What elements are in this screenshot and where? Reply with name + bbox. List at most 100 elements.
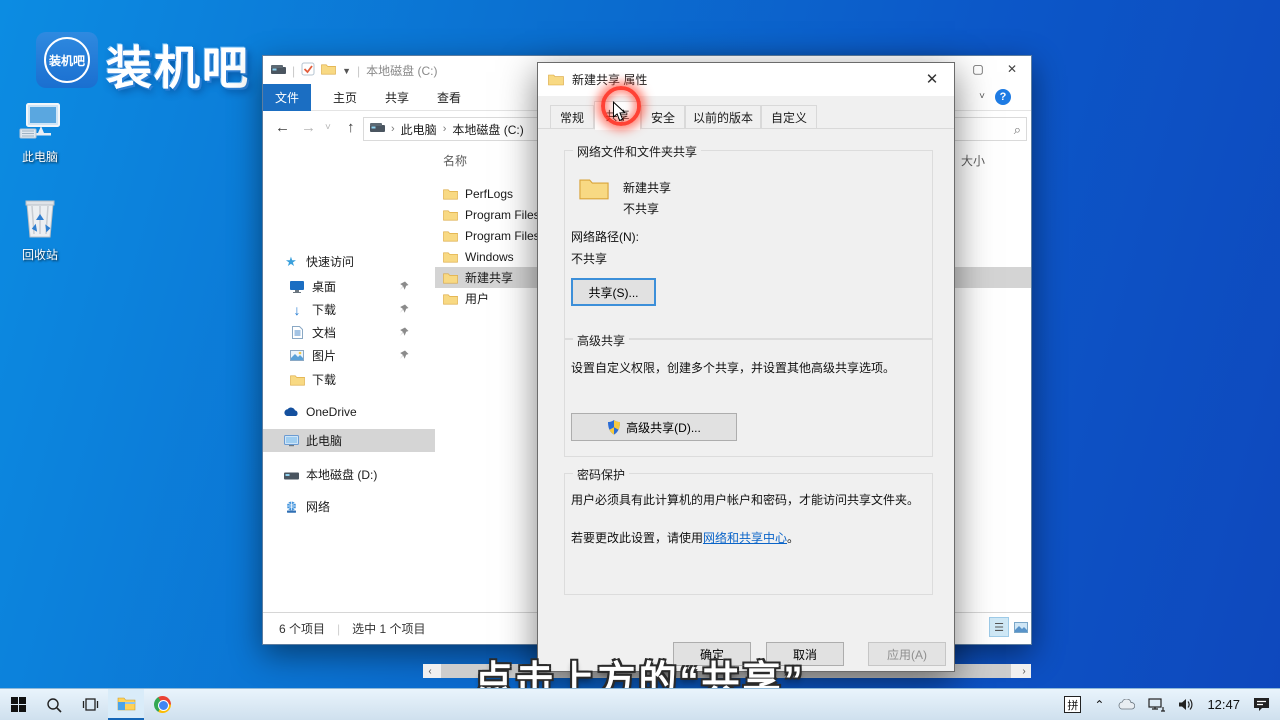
share-button[interactable]: 共享(S)... <box>571 278 656 306</box>
tab-general[interactable]: 常规 <box>550 105 594 129</box>
search-input[interactable]: ⌕ <box>951 117 1027 141</box>
network-path-value: 不共享 <box>571 252 608 266</box>
sidebar-item-documents[interactable]: 文档 <box>263 321 435 344</box>
volume-icon[interactable] <box>1178 698 1194 711</box>
pin-icon <box>399 349 409 363</box>
new-folder-icon[interactable] <box>321 63 336 78</box>
breadcrumb-current[interactable]: 本地磁盘 (C:) <box>452 121 523 138</box>
separator: | <box>337 621 341 636</box>
password-protection-line1: 用户必须具有此计算机的用户帐户和密码，才能访问共享文件夹。 <box>571 493 920 507</box>
uac-shield-icon <box>608 419 621 435</box>
folder-icon <box>443 189 458 199</box>
folder-icon <box>548 74 564 86</box>
dialog-tabs: 常规 共享 安全 以前的版本 自定义 <box>538 96 954 130</box>
tab-customize[interactable]: 自定义 <box>761 105 817 129</box>
group-title: 高级共享 <box>573 332 630 349</box>
column-header-name[interactable]: 名称 <box>443 152 467 169</box>
group-title: 网络文件和文件夹共享 <box>573 143 702 160</box>
advanced-sharing-description: 设置自定义权限，创建多个共享，并设置其他高级共享选项。 <box>571 361 896 375</box>
shared-folder-state: 不共享 <box>623 202 660 216</box>
taskbar-search-button[interactable] <box>36 689 72 720</box>
folder-icon <box>443 273 458 283</box>
separator: | <box>357 63 361 78</box>
taskbar-chrome-button[interactable] <box>144 689 180 720</box>
status-selected-count: 选中 1 个项目 <box>352 622 426 636</box>
up-icon[interactable]: ↑ <box>347 119 355 136</box>
separator: | <box>292 63 296 78</box>
folder-icon <box>443 252 458 262</box>
column-header-size[interactable]: 大小 <box>961 152 985 169</box>
network-icon <box>283 501 299 513</box>
ime-indicator[interactable]: 拼 <box>1064 696 1082 713</box>
sidebar-item-desktop[interactable]: 桌面 <box>263 275 435 298</box>
thumbnail-view-button[interactable] <box>1011 617 1031 637</box>
navigation-pane: ★ 快速访问 桌面 ↓ 下载 文档 图片 下载 OneDrive 此电脑 本地磁… <box>263 148 435 612</box>
desktop-icon-label: 此电脑 <box>21 150 58 164</box>
brand-logo-badge: 装机吧 <box>36 32 98 88</box>
taskbar: 拼 ⌃ 12:47 <box>0 688 1280 720</box>
action-center-icon[interactable] <box>1253 697 1270 712</box>
ribbon-expand-icon[interactable]: ˅ <box>979 91 985 102</box>
properties-check-icon[interactable] <box>301 62 315 79</box>
this-pc-icon <box>283 434 299 447</box>
desktop-icon <box>289 280 305 293</box>
file-explorer-icon <box>117 697 135 710</box>
desktop-icon-label: 回收站 <box>21 248 58 262</box>
sidebar-item-disk-d[interactable]: 本地磁盘 (D:) <box>263 463 435 486</box>
sidebar-item-network[interactable]: 网络 <box>263 495 435 518</box>
network-sharing-center-link[interactable]: 网络和共享中心 <box>703 531 787 545</box>
chevron-right-icon: › <box>442 123 447 135</box>
ribbon-tab-file[interactable]: 文件 <box>263 84 311 111</box>
breadcrumb-this-pc[interactable]: 此电脑 <box>401 121 437 138</box>
group-title: 密码保护 <box>573 466 630 483</box>
onedrive-tray-icon[interactable] <box>1117 699 1136 710</box>
back-icon[interactable]: ← <box>275 119 290 136</box>
advanced-share-button[interactable]: 高级共享(D)... <box>571 413 737 441</box>
pictures-icon <box>289 350 305 361</box>
hidden-icons-chevron[interactable]: ⌃ <box>1094 698 1104 712</box>
close-button[interactable]: ✕ <box>997 56 1027 82</box>
forward-icon[interactable]: → <box>301 119 316 136</box>
ribbon-tab-share[interactable]: 共享 <box>371 84 423 111</box>
sidebar-item-downloads-folder[interactable]: 下载 <box>263 368 435 391</box>
task-view-icon <box>82 698 98 711</box>
folder-icon <box>579 179 609 200</box>
qat-dropdown-icon[interactable]: ▼ <box>342 66 351 76</box>
task-view-button[interactable] <box>72 689 108 720</box>
clock[interactable]: 12:47 <box>1207 697 1240 712</box>
chrome-icon <box>153 696 171 713</box>
properties-dialog: 新建共享 属性 ✕ 常规 共享 安全 以前的版本 自定义 网络文件和文件夹共享 … <box>537 62 955 672</box>
tab-previous-versions[interactable]: 以前的版本 <box>685 105 761 129</box>
network-tray-icon[interactable] <box>1148 697 1166 712</box>
dialog-close-icon[interactable]: ✕ <box>916 65 948 93</box>
windows-logo-icon <box>10 697 26 712</box>
search-icon <box>47 697 62 713</box>
star-icon: ★ <box>285 253 297 269</box>
status-item-count: 6 个项目 <box>279 622 326 636</box>
sidebar-item-downloads[interactable]: ↓ 下载 <box>263 298 435 321</box>
sidebar-item-pictures[interactable]: 图片 <box>263 344 435 367</box>
tab-security[interactable]: 安全 <box>641 105 685 129</box>
ribbon-tab-view[interactable]: 查看 <box>423 84 475 111</box>
brand-logo-text: 装机吧 <box>106 42 250 94</box>
system-tray: 拼 ⌃ 12:47 <box>1064 696 1280 713</box>
taskbar-explorer-button[interactable] <box>108 688 144 720</box>
drive-icon <box>370 122 385 136</box>
shared-folder-name: 新建共享 <box>623 181 672 195</box>
ribbon-tab-home[interactable]: 主页 <box>319 84 371 111</box>
desktop-icon-recycle-bin[interactable]: 回收站 <box>8 196 72 263</box>
onedrive-cloud-icon <box>283 407 299 417</box>
chevron-right-icon: › <box>391 123 395 135</box>
drive-icon <box>271 64 286 78</box>
sidebar-item-quick-access[interactable]: ★ 快速访问 <box>263 250 435 273</box>
help-icon[interactable]: ? <box>995 89 1011 105</box>
maximize-button[interactable]: ▢ <box>963 56 993 82</box>
sidebar-item-onedrive[interactable]: OneDrive <box>263 400 435 423</box>
desktop-icon-this-pc[interactable]: 此电脑 <box>8 102 72 165</box>
history-dropdown-icon[interactable]: ˅ <box>325 122 331 133</box>
details-view-button[interactable]: ☰ <box>989 617 1009 637</box>
sidebar-item-this-pc[interactable]: 此电脑 <box>263 429 435 452</box>
network-path-label: 网络路径(N): <box>571 230 639 244</box>
search-icon: ⌕ <box>1013 122 1021 137</box>
start-button[interactable] <box>0 689 36 720</box>
